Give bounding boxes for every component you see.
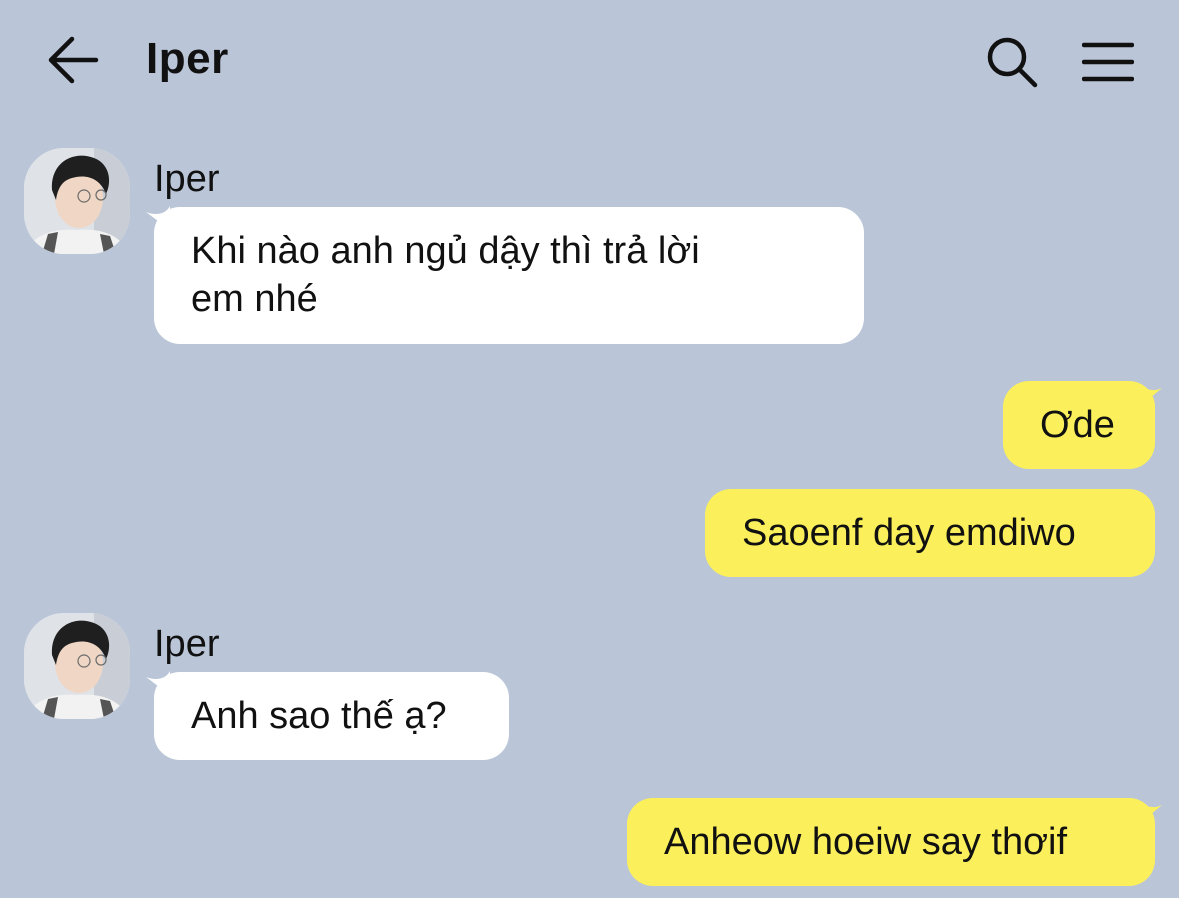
search-button[interactable] — [980, 30, 1044, 94]
sender-name: Iper — [154, 623, 220, 665]
menu-button[interactable] — [1076, 30, 1140, 94]
message-bubble[interactable]: Saoenf day emdiwo — [705, 489, 1155, 577]
message-bubble[interactable]: Khi nào anh ngủ dậy thì trả lời em nhé — [154, 207, 864, 344]
chat-header: Iper — [0, 0, 1179, 120]
back-button[interactable] — [40, 28, 104, 92]
avatar[interactable] — [24, 148, 130, 254]
message-bubble[interactable]: Anh sao thế ạ? — [154, 672, 509, 760]
sender-name: Iper — [154, 158, 220, 200]
message-bubble[interactable]: Anheow hoeiw say thơif — [627, 798, 1155, 886]
avatar-photo — [24, 613, 130, 719]
search-icon — [987, 37, 1038, 88]
avatar-photo — [24, 148, 130, 254]
message-bubble[interactable]: Ơde — [1003, 381, 1155, 469]
hamburger-menu-icon — [1082, 42, 1134, 82]
chat-title: Iper — [146, 34, 229, 83]
avatar[interactable] — [24, 613, 130, 719]
back-arrow-icon — [48, 36, 99, 84]
